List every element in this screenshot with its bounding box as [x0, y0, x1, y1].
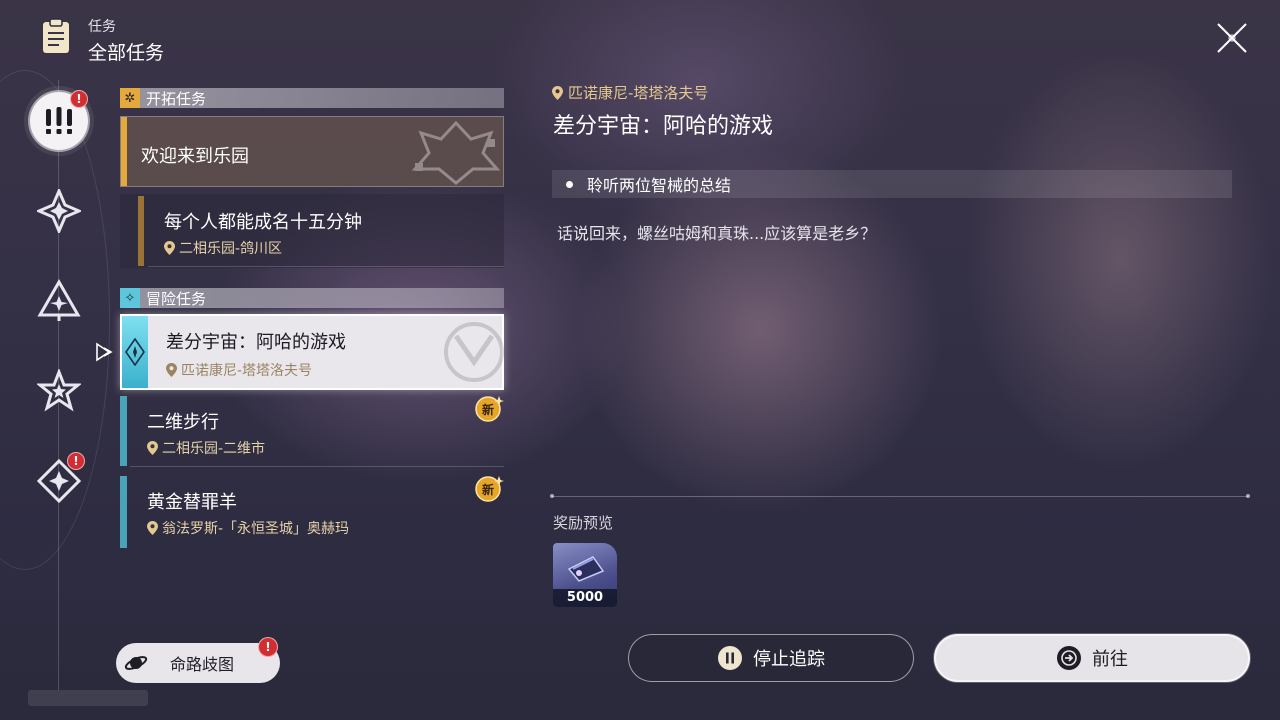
stop-tracking-button[interactable]: 停止追踪: [628, 634, 914, 682]
quest-card[interactable]: 每个人都能成名十五分钟 二相乐园-鸽川区: [120, 194, 504, 268]
header-section-label: 任务: [88, 19, 116, 35]
adventure-diamond-icon: [125, 338, 145, 366]
location-pin-icon: [164, 241, 175, 255]
location-pin-icon: [147, 441, 158, 455]
reward-preview-label: 奖励预览: [553, 514, 614, 532]
quest-divider: [130, 466, 504, 467]
page-title: 全部任务: [88, 42, 165, 64]
four-point-star-icon: [37, 189, 81, 233]
go-label: 前往: [1092, 649, 1128, 670]
triangle-star-icon: [37, 279, 81, 321]
location-pin-icon: [552, 85, 563, 100]
quest-objective: 聆听两位智械的总结: [552, 170, 1232, 198]
objective-bullet: [566, 180, 573, 188]
quest-title: 欢迎来到乐园: [141, 146, 249, 167]
close-icon[interactable]: [1212, 18, 1252, 58]
quest-location: 二相乐园-二维市: [147, 438, 265, 458]
quest-card-selected[interactable]: 差分宇宙：阿哈的游戏 匹诺康尼-塔塔洛夫号: [120, 314, 504, 390]
adventure-section-icon: ✧: [120, 288, 140, 308]
quest-card[interactable]: 欢迎来到乐园: [120, 116, 504, 187]
quest-title: 每个人都能成名十五分钟: [164, 212, 362, 233]
go-arrow-icon: [1057, 646, 1081, 670]
section-header-trailblaze: ✲ 开拓任务: [120, 88, 504, 108]
objective-text: 聆听两位智械的总结: [587, 176, 732, 195]
footer-blur-decoration: [28, 690, 148, 706]
category-alert-badge: !: [67, 452, 85, 470]
reward-item[interactable]: 5000: [553, 543, 617, 607]
quest-accent-bar: [122, 316, 148, 388]
trailblaze-section-icon: ✲: [120, 88, 140, 108]
section-label: 冒险任务: [146, 289, 207, 308]
detail-divider: [550, 494, 1250, 498]
new-badge: 新: [474, 474, 504, 504]
quest-location-text: 二相乐园-二维市: [162, 441, 266, 457]
category-trailblaze[interactable]: [36, 188, 82, 234]
section-label: 开拓任务: [146, 89, 207, 108]
pause-icon: [718, 646, 742, 670]
quest-location: 匹诺康尼-塔塔洛夫号: [166, 360, 312, 380]
location-pin-icon: [147, 521, 158, 535]
category-event[interactable]: !: [36, 452, 85, 504]
go-button[interactable]: 前往: [934, 634, 1250, 682]
quest-divider: [148, 266, 504, 267]
credit-card-icon: [567, 556, 605, 582]
quest-accent-bar: [121, 117, 127, 186]
path-map-label: 命路歧图: [170, 655, 235, 674]
quest-accent-bar: [120, 396, 127, 466]
quest-location-text: 匹诺康尼-塔塔洛夫号: [181, 363, 313, 379]
quest-location: 翁法罗斯-「永恒圣城」奥赫玛: [147, 518, 349, 538]
quest-title: 黄金替罪羊: [147, 492, 237, 513]
category-daily[interactable]: [36, 368, 82, 414]
selected-arrow-icon: [96, 342, 113, 362]
quest-title: 差分宇宙：阿哈的游戏: [166, 332, 346, 353]
path-map-button[interactable]: 命路歧图 !: [116, 637, 280, 683]
quest-emblem-decoration: [444, 322, 504, 382]
quest-card[interactable]: 二维步行 二相乐园-二维市: [120, 396, 504, 468]
quest-description: 话说回来，螺丝咕姆和真珠...应该算是老乡？: [557, 224, 877, 243]
detail-location: 匹诺康尼-塔塔洛夫号: [552, 82, 708, 103]
quest-accent-bar: [120, 476, 127, 548]
quest-emblem-decoration: [411, 120, 501, 185]
quest-location-text: 二相乐园-鸽川区: [179, 241, 283, 257]
new-badge-label: 新: [481, 483, 494, 497]
category-companion[interactable]: [36, 278, 82, 324]
quest-location-text: 翁法罗斯-「永恒圣城」奥赫玛: [162, 521, 350, 537]
clipboard-icon: [43, 18, 69, 53]
reward-quantity: 5000: [553, 589, 617, 607]
location-pin-icon: [166, 363, 177, 377]
new-badge: 新: [474, 394, 504, 424]
stop-tracking-label: 停止追踪: [753, 649, 825, 670]
star-icon: [37, 369, 81, 412]
quest-title: 二维步行: [147, 412, 219, 433]
new-badge-label: 新: [481, 403, 494, 417]
quest-location: 二相乐园-鸽川区: [164, 238, 282, 258]
section-header-adventure: ✧ 冒险任务: [120, 288, 504, 308]
detail-location-text: 匹诺康尼-塔塔洛夫号: [568, 84, 709, 102]
category-alert-badge: !: [70, 90, 88, 108]
quest-accent-bar: [138, 196, 144, 266]
detail-title: 差分宇宙：阿哈的游戏: [553, 114, 774, 139]
planet-icon: [124, 656, 148, 670]
category-all-quests[interactable]: !: [30, 90, 88, 150]
quest-card[interactable]: 黄金替罪羊 翁法罗斯-「永恒圣城」奥赫玛: [120, 476, 504, 548]
path-map-alert-badge: !: [258, 637, 278, 657]
